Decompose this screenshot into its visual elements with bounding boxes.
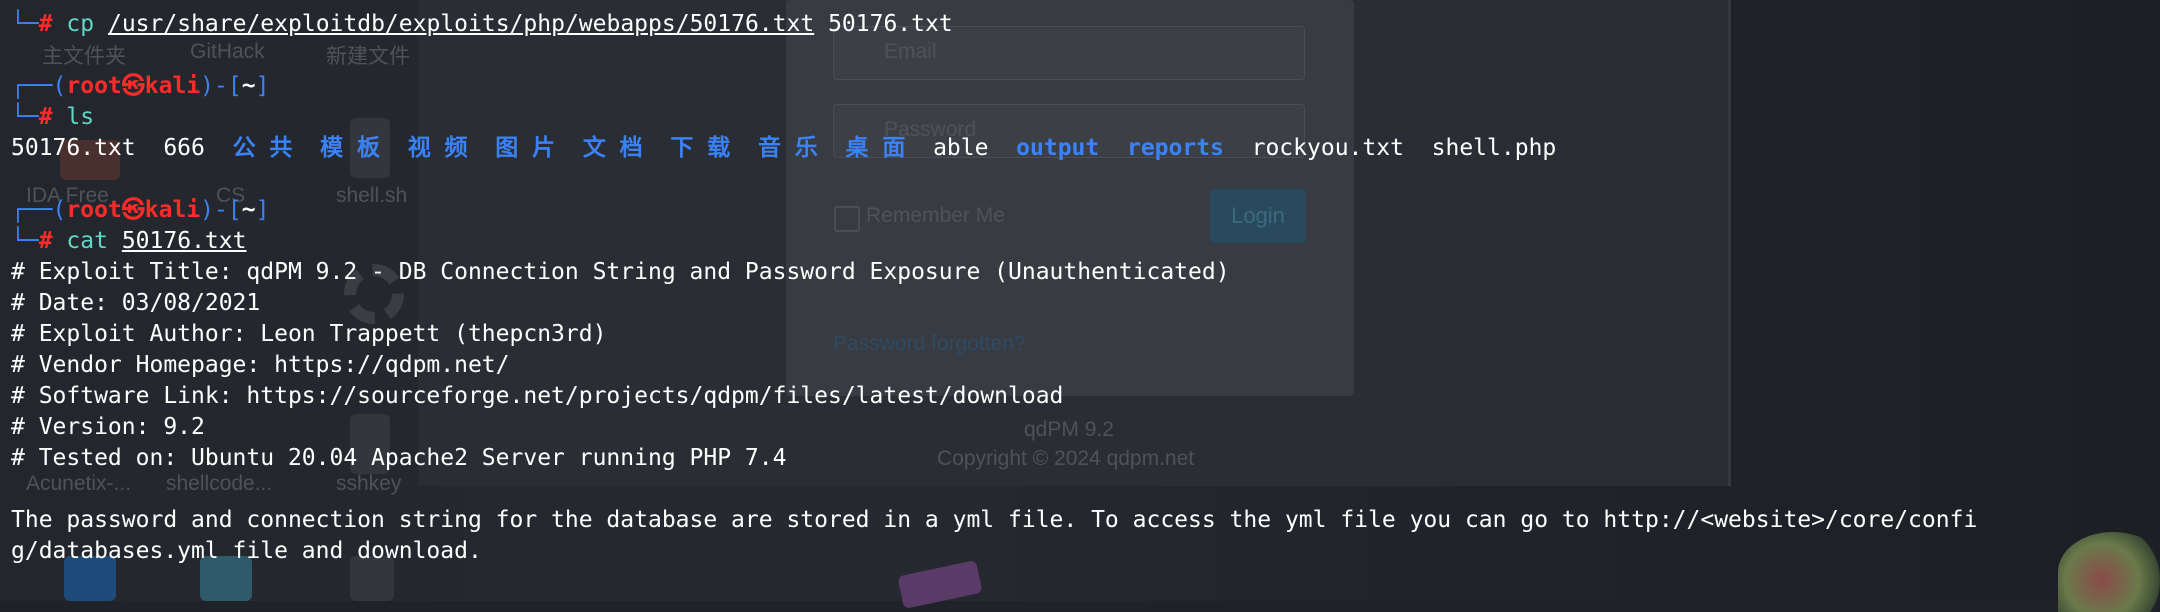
prompt-user: root <box>66 197 122 223</box>
prompt-host: kali <box>144 73 201 99</box>
command-dest: 50176.txt <box>828 11 953 37</box>
output-line: # Version: 9.2 <box>11 414 205 440</box>
ls-directory-entry: 模 板 <box>320 135 380 161</box>
output-line: # Tested on: Ubuntu 20.04 Apache2 Server… <box>11 445 787 471</box>
terminal-output[interactable]: └─# cp /usr/share/exploitdb/exploits/php… <box>0 0 2160 601</box>
ls-file-entry: 50176.txt <box>11 135 136 161</box>
ls-file-entry: able <box>933 135 989 161</box>
prompt-header: ┌──(root㉿kali)-[~] <box>11 195 269 226</box>
output-line: # Software Link: https://sourceforge.net… <box>11 383 1064 409</box>
ls-directory-entry: 公 共 <box>232 135 293 161</box>
ls-file-entry: rockyou.txt <box>1251 135 1404 161</box>
prompt-frame: ┌──( <box>11 197 67 223</box>
prompt-cwd: ~ <box>241 73 256 99</box>
prompt-frame: ┌──( <box>11 73 67 99</box>
prompt-header: ┌──(root㉿kali)-[~] <box>11 71 269 102</box>
ls-directory-entry: 视 频 <box>407 135 468 161</box>
ls-directory-entry: 桌 面 <box>845 135 906 161</box>
ls-directory-entry: 图 片 <box>495 135 556 161</box>
command-name: cp <box>66 11 95 37</box>
command-line-cat: └─# cat 50176.txt <box>11 226 246 257</box>
prompt-hash: # <box>38 104 53 130</box>
prompt-hash: # <box>38 228 53 254</box>
command-arg: 50176.txt <box>121 228 247 254</box>
output-line: # Date: 03/08/2021 <box>11 290 261 316</box>
prompt-frame: )-[ <box>200 73 242 99</box>
output-line: # Vendor Homepage: https://qdpm.net/ <box>11 352 510 378</box>
ls-directory-entry: 文 档 <box>582 135 643 161</box>
command-line-ls: └─# ls <box>11 102 94 133</box>
ls-file-entry: 666 <box>163 135 205 161</box>
output-line: The password and connection string for t… <box>11 507 1978 533</box>
ls-file-entry: shell.php <box>1431 135 1557 161</box>
command-source-path: /usr/share/exploitdb/exploits/php/webapp… <box>107 11 815 37</box>
prompt-corner: └─ <box>11 11 39 37</box>
ls-directory-entry: 下 载 <box>670 135 731 161</box>
output-line: g/databases.yml file and download. <box>11 538 482 564</box>
command-line-cp: └─# cp /usr/share/exploitdb/exploits/php… <box>11 9 953 40</box>
command-name: cat <box>66 228 108 254</box>
prompt-at-symbol: ㉿ <box>121 73 145 99</box>
prompt-hash: # <box>38 11 53 37</box>
prompt-cwd: ~ <box>241 197 256 223</box>
prompt-host: kali <box>144 197 201 223</box>
prompt-frame: ] <box>255 73 270 99</box>
prompt-frame: ] <box>255 197 270 223</box>
ls-output: 50176.txt 666 公 共 模 板 视 频 图 片 文 档 下 载 音 … <box>11 133 1556 164</box>
ls-directory-entry: reports <box>1126 135 1224 161</box>
output-line: # Exploit Author: Leon Trappett (thepcn3… <box>11 321 607 347</box>
ls-directory-entry: output <box>1016 135 1100 161</box>
prompt-corner: └─ <box>11 104 39 130</box>
command-name: ls <box>66 104 95 130</box>
prompt-frame: )-[ <box>200 197 242 223</box>
prompt-at-symbol: ㉿ <box>121 197 145 223</box>
output-line: # Exploit Title: qdPM 9.2 - DB Connectio… <box>11 259 1230 285</box>
prompt-corner: └─ <box>11 228 39 254</box>
prompt-user: root <box>66 73 122 99</box>
ls-directory-entry: 音 乐 <box>757 135 818 161</box>
